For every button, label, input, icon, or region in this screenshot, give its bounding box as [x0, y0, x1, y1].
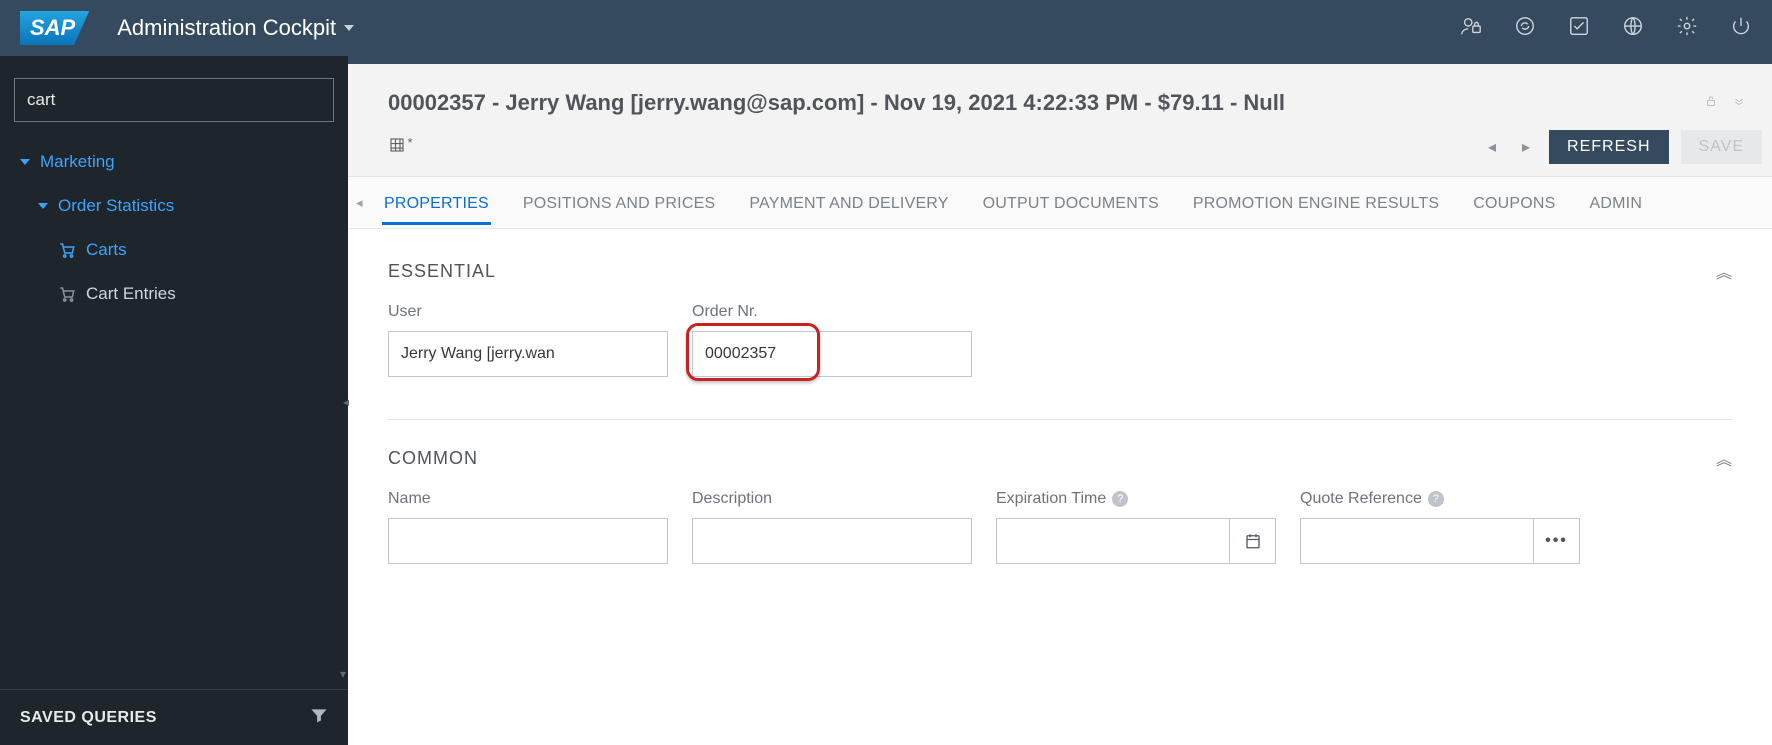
- expiration-time-label: Expiration Time ?: [996, 490, 1276, 508]
- cart-icon: [58, 241, 76, 259]
- name-field[interactable]: [388, 518, 668, 564]
- filter-icon[interactable]: [310, 706, 328, 729]
- topbar-left: SAP Administration Cockpit: [20, 11, 354, 45]
- chevron-down-icon: [38, 203, 48, 209]
- app-title-text: Administration Cockpit: [117, 15, 336, 41]
- quote-reference-field[interactable]: [1300, 518, 1534, 564]
- record-title: 00002357 - Jerry Wang [jerry.wang@sap.co…: [388, 90, 1285, 116]
- saved-queries-label: SAVED QUERIES: [20, 709, 157, 727]
- top-bar: SAP Administration Cockpit: [0, 0, 1772, 56]
- nav-tree: Marketing Order Statistics Carts Cart En…: [0, 140, 348, 689]
- saved-queries-bar[interactable]: SAVED QUERIES: [0, 689, 348, 745]
- tab-positions-and-prices[interactable]: POSITIONS AND PRICES: [521, 181, 717, 225]
- value-help-icon[interactable]: •••: [1534, 518, 1580, 564]
- accent-bar: [348, 56, 1772, 64]
- tab-admin[interactable]: ADMIN: [1588, 181, 1645, 225]
- app-title-dropdown[interactable]: Administration Cockpit: [117, 15, 354, 41]
- user-lock-icon[interactable]: [1460, 15, 1482, 42]
- tree-label: Cart Entries: [86, 284, 176, 304]
- tree-item-marketing[interactable]: Marketing: [0, 140, 348, 184]
- calendar-icon[interactable]: [1230, 518, 1276, 564]
- description-field[interactable]: [692, 518, 972, 564]
- tab-bar: ◂ PROPERTIES POSITIONS AND PRICES PAYMEN…: [348, 177, 1772, 229]
- quote-reference-text: Quote Reference: [1300, 490, 1422, 508]
- checkbox-icon[interactable]: [1568, 15, 1590, 42]
- order-nr-value: 00002357: [705, 345, 776, 363]
- modified-indicator: *: [407, 135, 412, 150]
- expand-down-icon[interactable]: [1732, 94, 1746, 113]
- sync-icon[interactable]: [1514, 15, 1536, 42]
- sidebar: Marketing Order Statistics Carts Cart En…: [0, 56, 348, 745]
- properties-panel: ESSENTIAL ︽ User Jerry Wang [jerry.wan O…: [348, 229, 1772, 745]
- cart-icon: [58, 285, 76, 303]
- power-icon[interactable]: [1730, 15, 1752, 42]
- sap-logo: SAP: [20, 11, 89, 45]
- help-icon[interactable]: ?: [1428, 491, 1444, 507]
- unlock-icon[interactable]: [1704, 94, 1718, 113]
- refresh-button[interactable]: REFRESH: [1549, 130, 1668, 164]
- chevron-down-icon: [344, 25, 354, 31]
- quote-reference-label: Quote Reference ?: [1300, 490, 1580, 508]
- tree-label: Carts: [86, 240, 127, 260]
- tab-coupons[interactable]: COUPONS: [1471, 181, 1557, 225]
- tree-item-cart-entries[interactable]: Cart Entries: [0, 272, 348, 316]
- main-content: 00002357 - Jerry Wang [jerry.wang@sap.co…: [348, 56, 1772, 745]
- user-field[interactable]: Jerry Wang [jerry.wan: [388, 331, 668, 377]
- expiration-time-text: Expiration Time: [996, 490, 1106, 508]
- user-label: User: [388, 303, 668, 321]
- description-label: Description: [692, 490, 972, 508]
- user-value: Jerry Wang [jerry.wan: [401, 345, 555, 363]
- tree-item-carts[interactable]: Carts: [0, 228, 348, 272]
- order-nr-label: Order Nr.: [692, 303, 972, 321]
- globe-icon[interactable]: [1622, 15, 1644, 42]
- record-header: 00002357 - Jerry Wang [jerry.wang@sap.co…: [348, 64, 1772, 130]
- tab-payment-and-delivery[interactable]: PAYMENT AND DELIVERY: [747, 181, 950, 225]
- next-record-button[interactable]: ▸: [1515, 136, 1537, 158]
- splitter-handle-icon[interactable]: ◂: [343, 395, 349, 409]
- section-essential-title: ESSENTIAL: [388, 261, 496, 282]
- name-label: Name: [388, 490, 668, 508]
- tree-label: Marketing: [40, 152, 115, 172]
- tab-promotion-engine-results[interactable]: PROMOTION ENGINE RESULTS: [1191, 181, 1441, 225]
- tree-item-order-statistics[interactable]: Order Statistics: [0, 184, 348, 228]
- prev-record-button[interactable]: ◂: [1481, 136, 1503, 158]
- search-input[interactable]: [14, 78, 334, 122]
- expiration-time-field[interactable]: [996, 518, 1230, 564]
- topbar-actions: [1460, 15, 1752, 42]
- tab-scroll-left-icon[interactable]: ◂: [356, 195, 363, 211]
- section-common-title: COMMON: [388, 448, 478, 469]
- tree-label: Order Statistics: [58, 196, 174, 216]
- collapse-up-icon[interactable]: ︽: [1716, 446, 1732, 470]
- splitter-handle-icon[interactable]: ▾: [340, 667, 346, 681]
- record-toolbar: * ◂ ▸ REFRESH SAVE: [348, 130, 1772, 177]
- help-icon[interactable]: ?: [1112, 491, 1128, 507]
- section-essential-header[interactable]: ESSENTIAL ︽: [388, 259, 1732, 283]
- save-button: SAVE: [1681, 130, 1763, 164]
- gear-icon[interactable]: [1676, 15, 1698, 42]
- order-nr-field[interactable]: 00002357: [692, 331, 972, 377]
- section-common-header[interactable]: COMMON ︽: [388, 446, 1732, 470]
- tab-properties[interactable]: PROPERTIES: [382, 181, 491, 225]
- collapse-up-icon[interactable]: ︽: [1716, 259, 1732, 283]
- chevron-down-icon: [20, 159, 30, 165]
- tab-output-documents[interactable]: OUTPUT DOCUMENTS: [981, 181, 1161, 225]
